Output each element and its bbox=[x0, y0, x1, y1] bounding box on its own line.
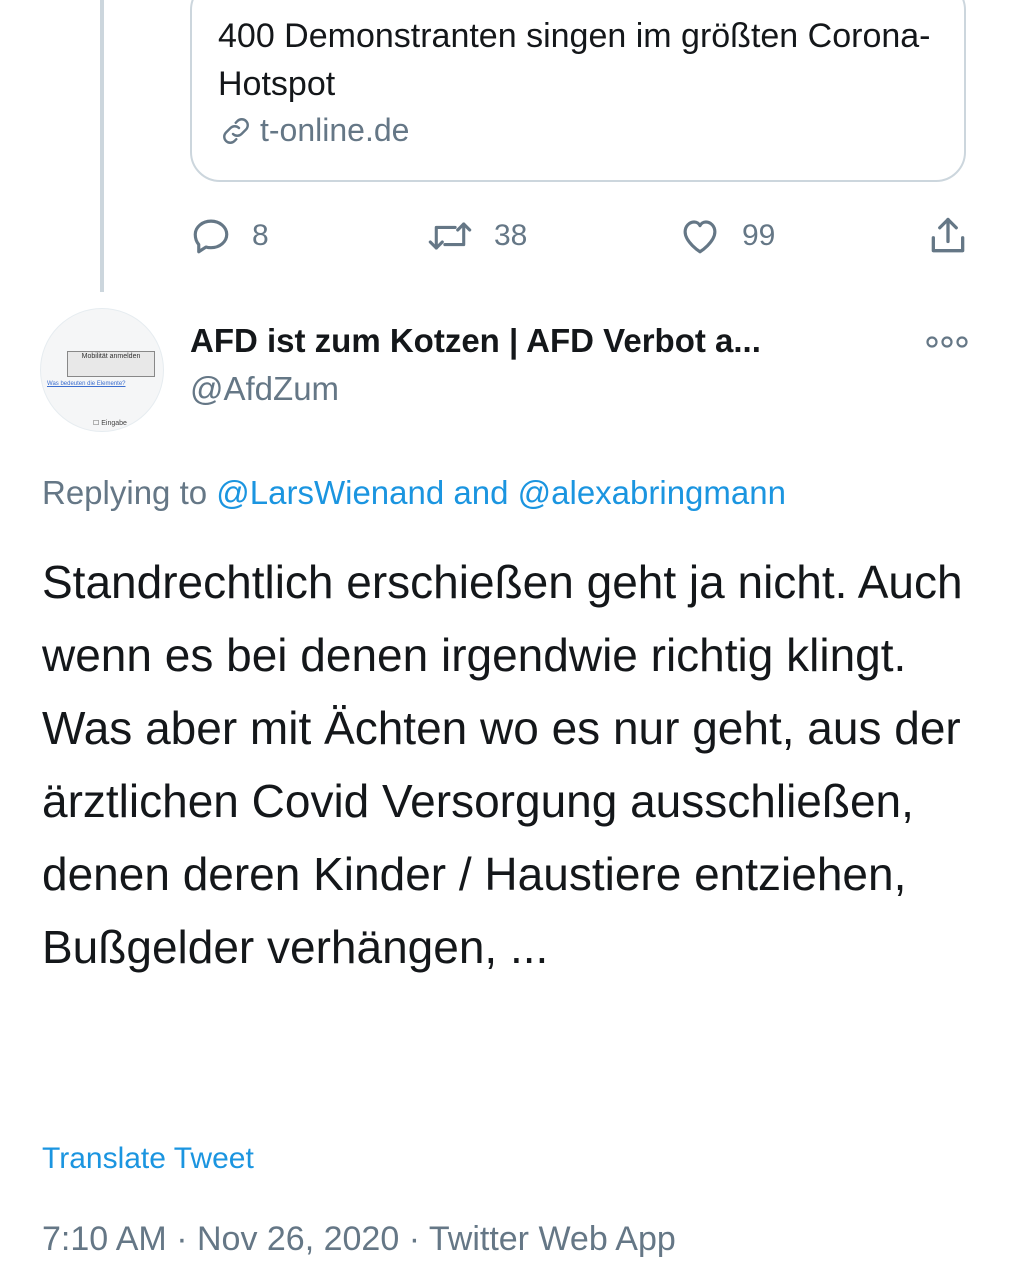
thread-connector-line bbox=[100, 0, 104, 292]
reply-icon bbox=[193, 219, 229, 254]
link-icon bbox=[223, 117, 249, 144]
meta-separator: · bbox=[408, 1220, 421, 1258]
like-count: 99 bbox=[742, 219, 776, 252]
author-handle[interactable]: @AfdZum bbox=[190, 370, 339, 408]
retweet-count: 38 bbox=[494, 219, 528, 252]
tweet-action-bar: 8 38 99 bbox=[190, 208, 980, 264]
link-card-domain-text: t-online.de bbox=[260, 112, 410, 148]
translate-tweet-link[interactable]: Translate Tweet bbox=[42, 1142, 254, 1176]
link-card-title: 400 Demonstranten singen im größten Coro… bbox=[218, 17, 931, 103]
share-icon bbox=[931, 217, 965, 253]
avatar-mini-button: Mobilität anmelden bbox=[67, 351, 155, 377]
author-display-name[interactable]: AFD ist zum Kotzen | AFD Verbot a... bbox=[190, 322, 761, 360]
link-preview-card[interactable]: 400 Demonstranten singen im größten Coro… bbox=[190, 0, 966, 182]
retweet-icon bbox=[428, 222, 472, 250]
like-button[interactable]: 99 bbox=[678, 208, 775, 264]
meta-separator: · bbox=[176, 1220, 188, 1258]
replying-prefix: Replying to bbox=[42, 474, 208, 511]
tweet-time[interactable]: 7:10 AM bbox=[42, 1220, 167, 1258]
tweet-body-text: Standrechtlich erschießen geht ja nicht.… bbox=[42, 556, 963, 973]
like-icon bbox=[683, 220, 717, 254]
link-card-domain: t-online.de bbox=[218, 112, 409, 149]
reply-count: 8 bbox=[252, 219, 269, 252]
mention-alexabringmann[interactable]: @alexabringmann bbox=[518, 474, 786, 511]
avatar[interactable]: Mobilität anmelden Was bedeuten die Elem… bbox=[40, 308, 164, 432]
more-options-button[interactable] bbox=[924, 330, 970, 359]
mention-and[interactable]: and bbox=[453, 474, 508, 511]
reply-button[interactable]: 8 bbox=[190, 208, 269, 264]
avatar-mini-checkbox-label: Eingabe bbox=[101, 420, 127, 427]
avatar-mini-link: Was bedeuten die Elemente? bbox=[47, 381, 126, 387]
more-options-icon bbox=[926, 336, 968, 348]
tweet-metadata: 7:10 AM · Nov 26, 2020 · Twitter Web App bbox=[42, 1220, 676, 1259]
tweet-source[interactable]: Twitter Web App bbox=[429, 1220, 676, 1258]
replying-to: Replying to @LarsWienand and @alexabring… bbox=[42, 474, 786, 512]
retweet-button[interactable]: 38 bbox=[426, 208, 527, 264]
avatar-mini-checkbox: ☐ Eingabe bbox=[93, 420, 127, 427]
mention-larswienand[interactable]: @LarsWienand bbox=[216, 474, 444, 511]
share-button[interactable] bbox=[926, 208, 970, 264]
tweet-date[interactable]: Nov 26, 2020 bbox=[197, 1220, 399, 1258]
